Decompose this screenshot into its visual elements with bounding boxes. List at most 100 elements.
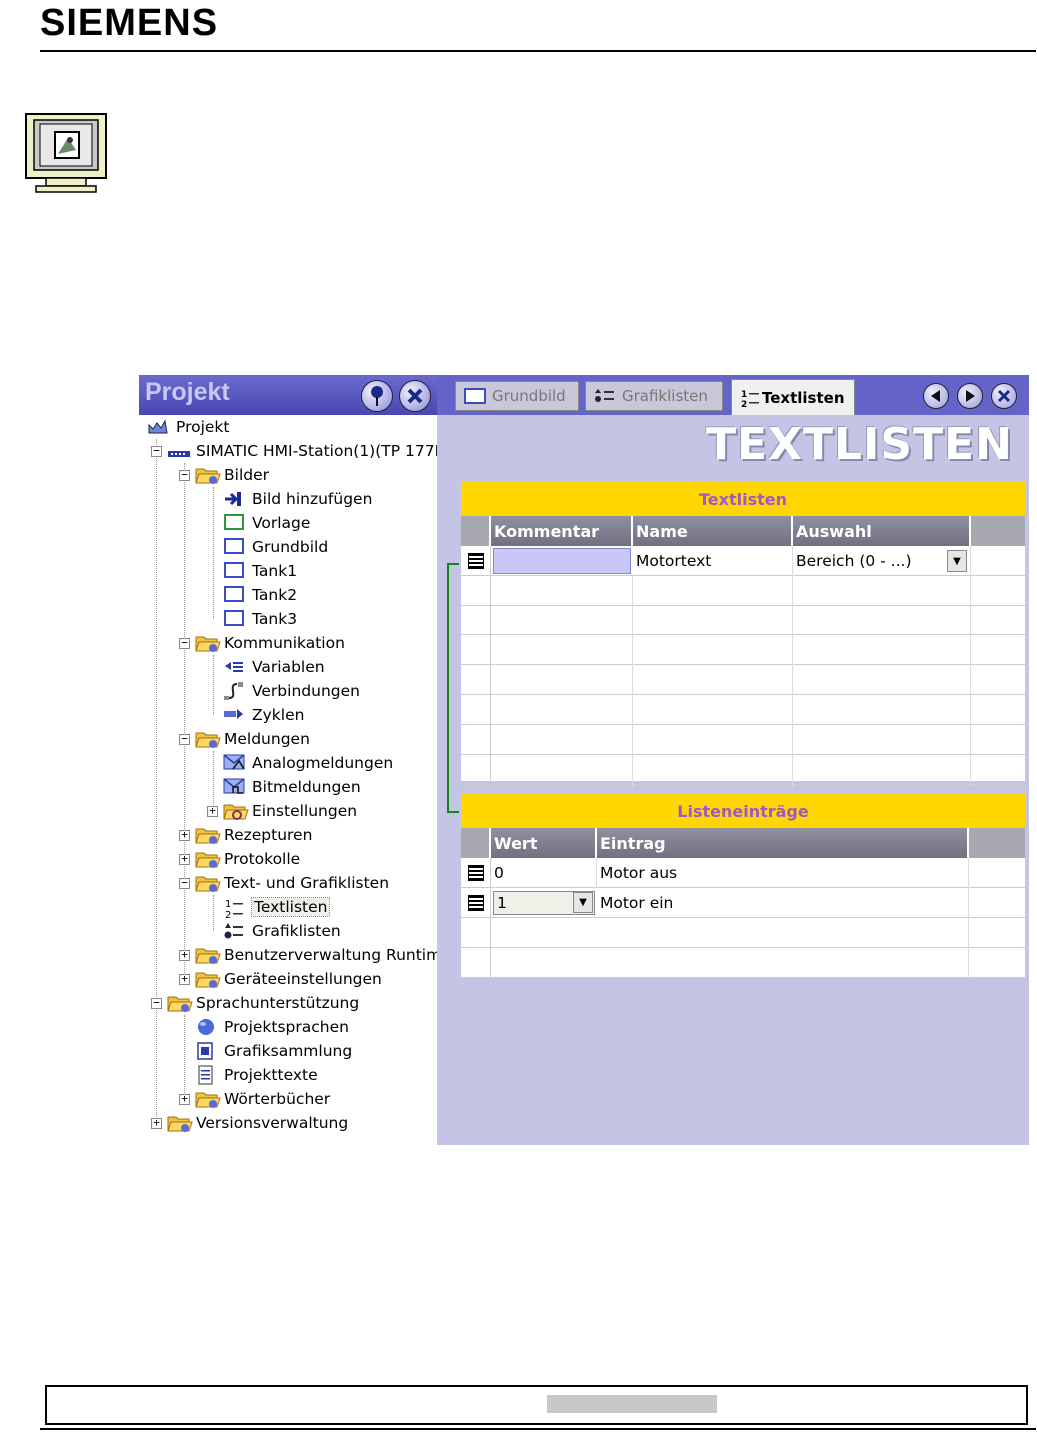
tree-item[interactable]: Bitmeldungen: [223, 775, 361, 799]
table-row[interactable]: [461, 756, 1025, 786]
tree-item[interactable]: Bild hinzufügen: [223, 487, 372, 511]
eintrag-cell[interactable]: [597, 948, 969, 978]
row-selector[interactable]: [461, 918, 491, 948]
collapse-icon[interactable]: −: [151, 997, 162, 1009]
relation-bracket: [447, 563, 459, 813]
tree-item[interactable]: Protokolle: [195, 847, 300, 871]
collapse-icon[interactable]: −: [151, 445, 162, 457]
column-header-wert[interactable]: Wert: [491, 828, 597, 858]
tab-label: Grafiklisten: [622, 387, 708, 405]
wert-cell[interactable]: 0: [491, 858, 597, 888]
row-selector[interactable]: [461, 606, 491, 636]
previous-icon[interactable]: [923, 383, 949, 409]
footer-gray-field: [547, 1395, 717, 1413]
expand-icon[interactable]: +: [179, 949, 190, 961]
auswahl-cell[interactable]: Bereich (0 - ...): [793, 546, 971, 576]
tree-item[interactable]: Projektsprachen: [195, 1015, 349, 1039]
tree-item-label: Bitmeldungen: [252, 778, 361, 796]
row-selector[interactable]: [461, 576, 491, 606]
table-row[interactable]: [461, 918, 1025, 948]
tree-item[interactable]: Grafiklisten: [223, 919, 341, 943]
tree-item[interactable]: Geräteeinstellungen: [195, 967, 382, 991]
row-selector[interactable]: [461, 858, 491, 888]
table-row[interactable]: [461, 696, 1025, 726]
row-selector[interactable]: [461, 546, 491, 576]
tree-item[interactable]: Grafiksammlung: [195, 1039, 352, 1063]
column-header-auswahl[interactable]: Auswahl: [793, 516, 971, 546]
tree-item[interactable]: Grundbild: [223, 535, 328, 559]
tree-item[interactable]: Versionsverwaltung: [167, 1111, 348, 1135]
close-icon[interactable]: [399, 380, 431, 412]
eintrag-cell[interactable]: Motor ein: [597, 888, 969, 918]
tree-item[interactable]: 1 2 Textlisten: [223, 895, 331, 921]
row-selector[interactable]: [461, 636, 491, 666]
tree-item[interactable]: Wörterbücher: [195, 1087, 330, 1111]
tree-item[interactable]: Bilder: [195, 463, 269, 487]
row-selector[interactable]: [461, 888, 491, 918]
tree-item-label: Bilder: [224, 466, 269, 484]
tree-item[interactable]: Text- und Grafiklisten: [195, 871, 389, 895]
table-row[interactable]: 0 Motor aus: [461, 858, 1025, 888]
tree-item[interactable]: Vorlage: [223, 511, 310, 535]
collapse-icon[interactable]: −: [179, 637, 190, 649]
tree-item[interactable]: Tank2: [223, 583, 297, 607]
table-row[interactable]: [461, 726, 1025, 756]
row-selector[interactable]: [461, 948, 491, 978]
tree-item[interactable]: Zyklen: [223, 703, 304, 727]
tree-item[interactable]: Analogmeldungen: [223, 751, 393, 775]
table-row[interactable]: [461, 636, 1025, 666]
tree-item[interactable]: Verbindungen: [223, 679, 360, 703]
row-selector[interactable]: [461, 726, 491, 756]
tree-item[interactable]: Rezepturen: [195, 823, 312, 847]
tree-item[interactable]: Kommunikation: [195, 631, 345, 655]
kommentar-cell[interactable]: [493, 548, 631, 574]
chevron-down-icon[interactable]: ▼: [947, 550, 967, 572]
tab-grundbild[interactable]: Grundbild: [455, 381, 579, 411]
expand-icon[interactable]: +: [179, 1093, 190, 1105]
column-header-eintrag[interactable]: Eintrag: [597, 828, 969, 858]
tree-item[interactable]: SIMATIC HMI-Station(1)(TP 177B: [167, 439, 437, 463]
pin-icon[interactable]: [361, 380, 393, 412]
eintrag-cell[interactable]: Motor aus: [597, 858, 969, 888]
footer-box: [45, 1385, 1028, 1425]
tree-item[interactable]: Projekttexte: [195, 1063, 318, 1087]
expand-icon[interactable]: +: [151, 1117, 162, 1129]
tab-textlisten[interactable]: 12 Textlisten: [731, 379, 855, 415]
row-selector[interactable]: [461, 666, 491, 696]
table-row[interactable]: [461, 948, 1025, 978]
expand-icon[interactable]: +: [179, 973, 190, 985]
tree-item[interactable]: Benutzerverwaltung Runtime: [195, 943, 437, 967]
column-header-name[interactable]: Name: [633, 516, 793, 546]
name-cell[interactable]: Motortext: [633, 546, 793, 576]
eintrag-cell[interactable]: [597, 918, 969, 948]
row-selector[interactable]: [461, 756, 491, 786]
grid-column-divider: [632, 666, 633, 696]
table-row[interactable]: [461, 606, 1025, 636]
tree-item[interactable]: Meldungen: [195, 727, 310, 751]
expand-icon[interactable]: +: [179, 853, 190, 865]
tree-item[interactable]: Tank3: [223, 607, 297, 631]
collapse-icon[interactable]: −: [179, 733, 190, 745]
table-row[interactable]: 1 ▼ Motor ein: [461, 888, 1025, 918]
tree-item[interactable]: Variablen: [223, 655, 325, 679]
table-row[interactable]: [461, 666, 1025, 696]
collapse-icon[interactable]: −: [179, 877, 190, 889]
table-row[interactable]: [461, 576, 1025, 606]
tree-guide-line: [184, 463, 185, 979]
expand-icon[interactable]: +: [179, 829, 190, 841]
collapse-icon[interactable]: −: [179, 469, 190, 481]
chevron-down-icon[interactable]: ▼: [573, 892, 593, 913]
next-icon[interactable]: [957, 383, 983, 409]
tree-item[interactable]: Sprachunterstützung: [167, 991, 359, 1015]
tree-item-label: Rezepturen: [224, 826, 313, 844]
row-selector[interactable]: [461, 696, 491, 726]
tree-item[interactable]: Tank1: [223, 559, 297, 583]
tree-item[interactable]: Projekt: [147, 415, 230, 439]
close-editor-icon[interactable]: [991, 383, 1017, 409]
tree-item[interactable]: Einstellungen: [223, 799, 357, 823]
table-row[interactable]: Motortext Bereich (0 - ...) ▼: [461, 546, 1025, 576]
column-header-kommentar[interactable]: Kommentar: [491, 516, 633, 546]
expand-icon[interactable]: +: [207, 805, 218, 817]
tab-grafiklisten[interactable]: Grafiklisten: [585, 381, 723, 411]
folder-icon: [195, 1089, 221, 1109]
